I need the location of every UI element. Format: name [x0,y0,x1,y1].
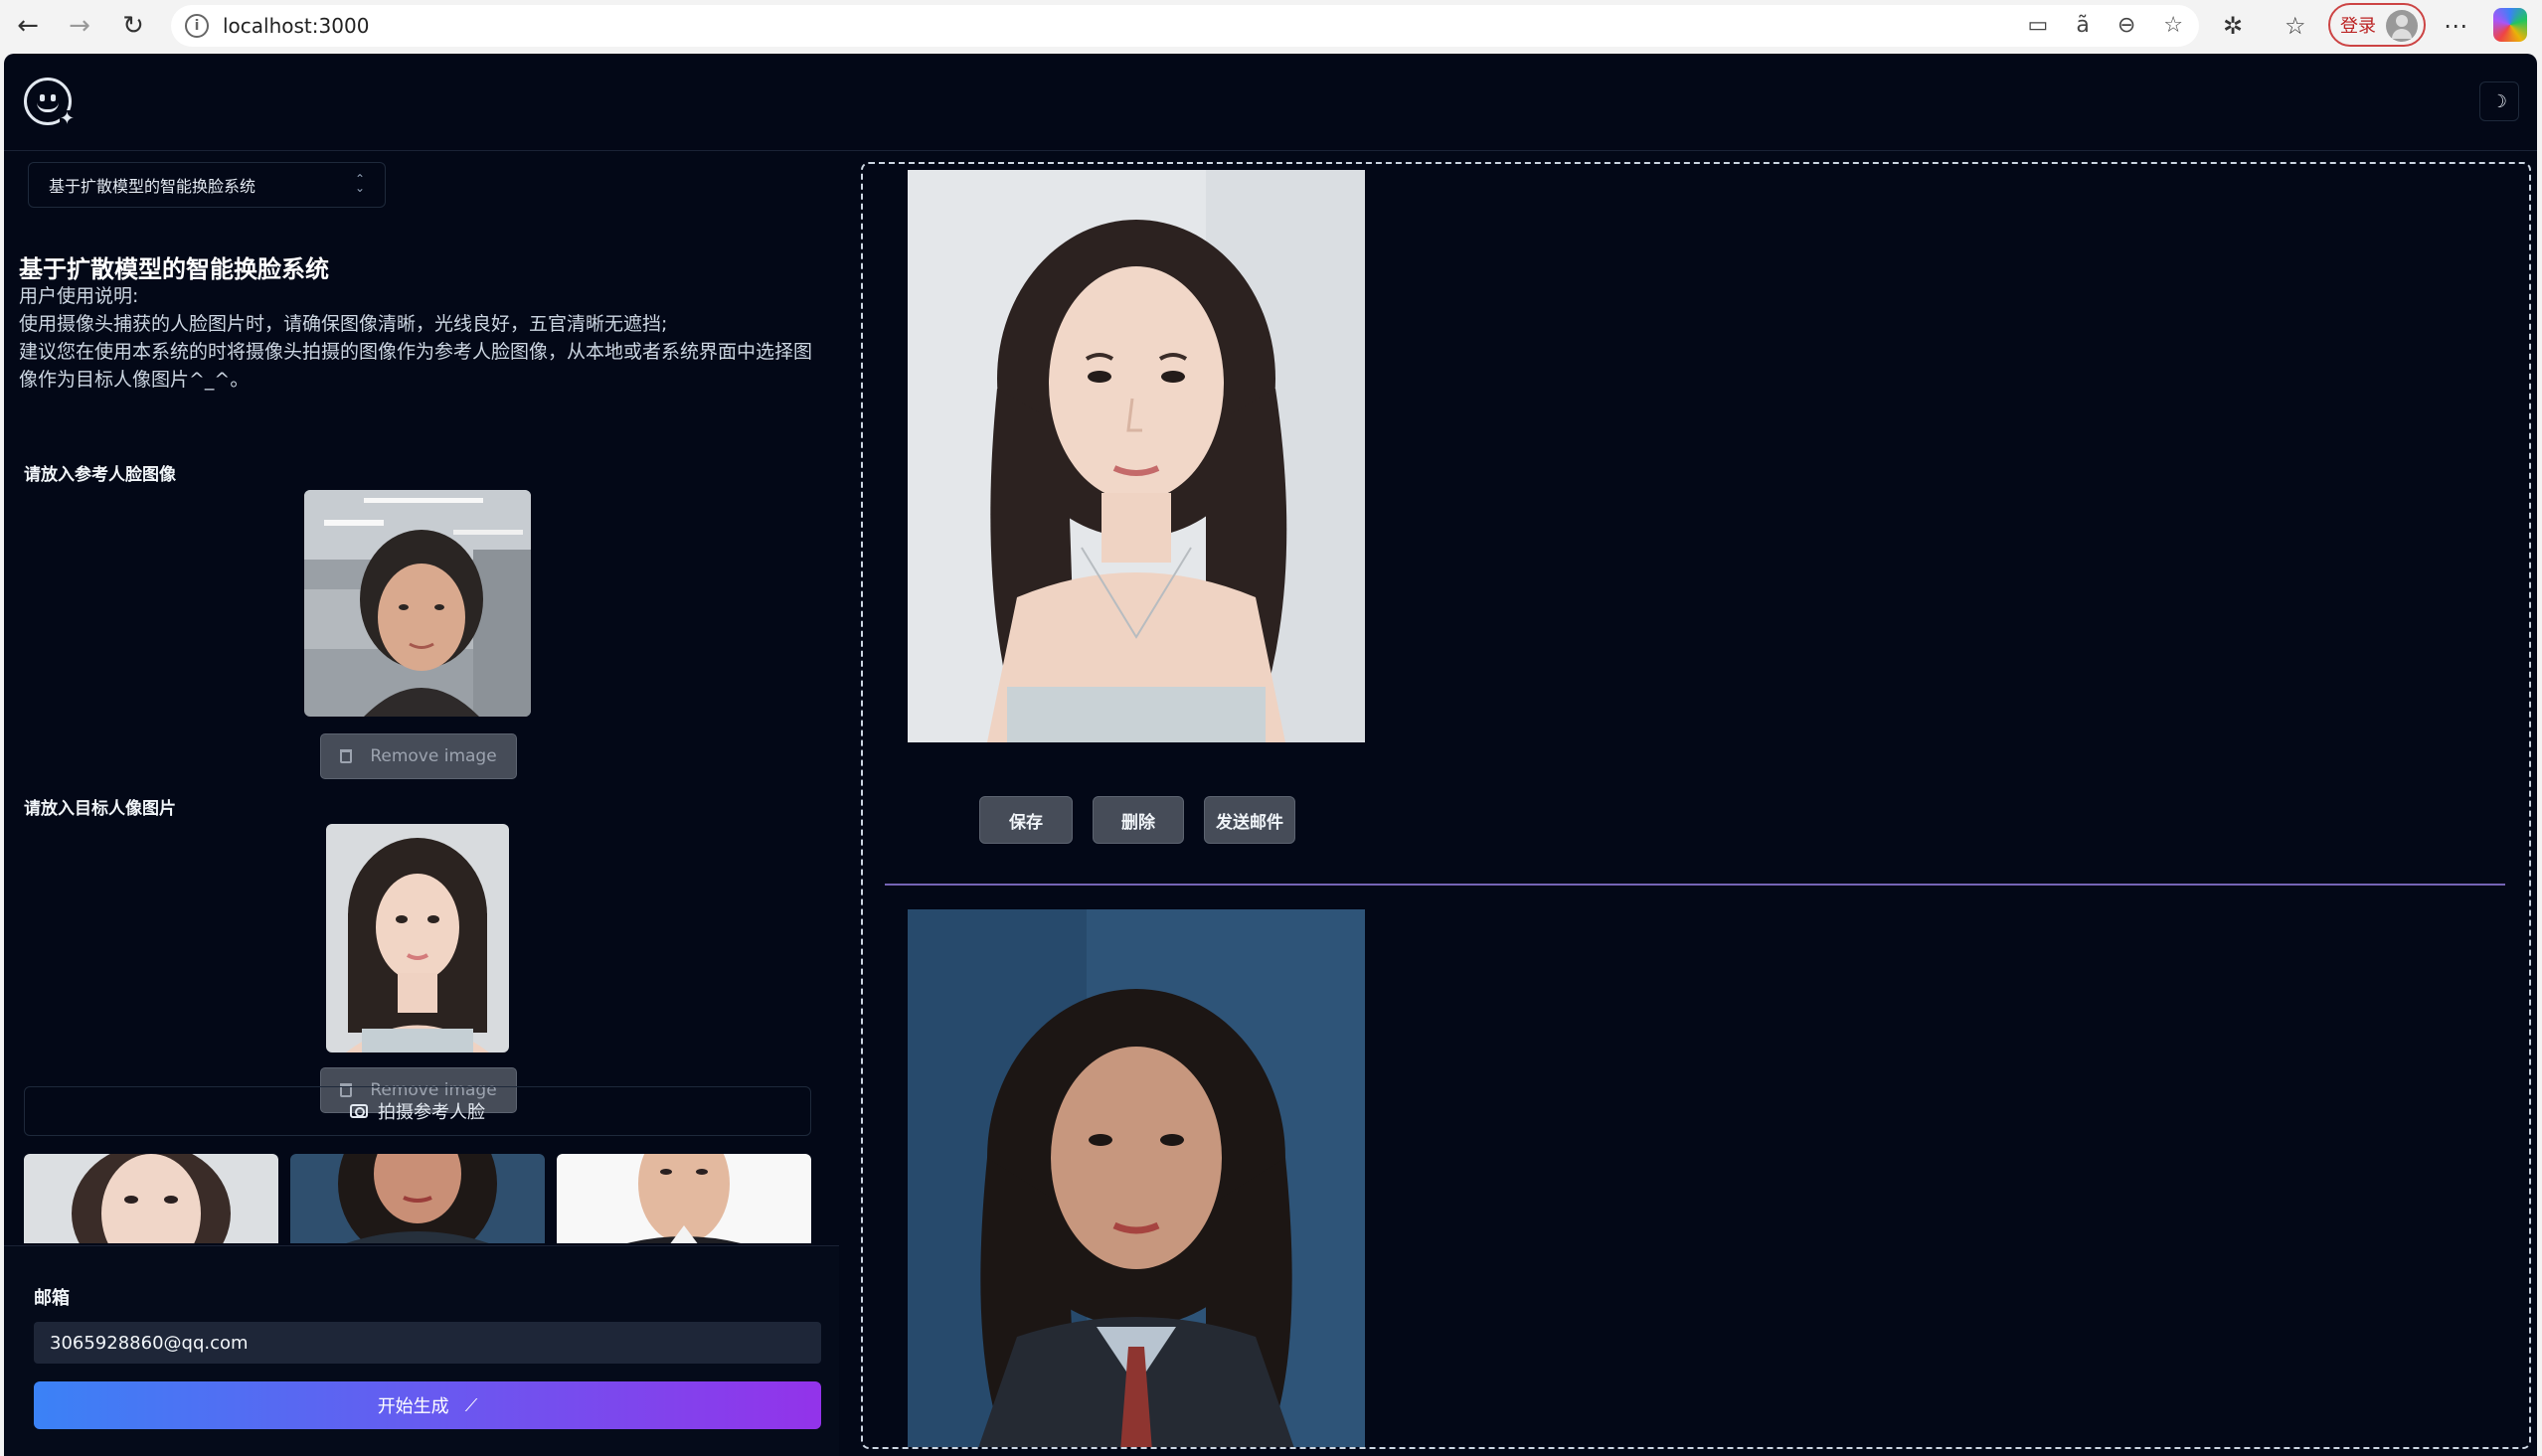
sample-thumbnail[interactable] [557,1154,811,1243]
page-title: 基于扩散模型的智能换脸系统 [19,255,329,283]
forward-icon[interactable]: → [64,10,95,42]
instructions-line-1: 使用摄像头捕获的人脸图片时，请确保图像清晰，光线良好，五官清晰无遮挡; [19,313,668,335]
model-select-value: 基于扩散模型的智能换脸系统 [49,177,256,196]
result-area: 保存 删除 发送邮件 [861,162,2531,1449]
generate-button[interactable]: 开始生成 ⟋ [34,1381,821,1429]
sample-thumbnail[interactable] [290,1154,545,1243]
wand-icon: ⟋ [464,1394,478,1416]
sample-gallery [24,1154,815,1243]
theme-toggle-icon[interactable]: ☽ [2479,81,2519,121]
result-divider [885,884,2505,886]
instructions-line-2: 建议您在使用本系统的时将摄像头拍摄的图像作为参考人脸图像，从本地或者系统界面中选… [19,341,813,391]
sample-thumbnail[interactable] [24,1154,278,1243]
url-text: localhost:3000 [223,14,370,38]
generate-panel: 邮箱 开始生成 ⟋ [4,1245,839,1456]
address-bar[interactable]: i localhost:3000 ▭ ã ⊖ ☆ [171,5,2199,47]
copilot-icon[interactable] [2493,8,2527,42]
app-header: ✦ ☽ [4,54,2537,151]
app-logo-icon[interactable]: ✦ [24,78,75,128]
info-icon[interactable]: i [185,14,209,38]
trash-icon [340,749,353,763]
login-label: 登录 [2340,16,2376,37]
more-icon[interactable]: ⋯ [2444,12,2467,40]
send-email-button[interactable]: 发送邮件 [1204,796,1295,844]
instructions-heading: 用户使用说明: [19,285,139,307]
remove-image-label: Remove image [370,746,497,766]
camera-icon [350,1104,368,1118]
favorite-star-icon[interactable]: ☆ [2163,13,2183,38]
target-portrait-image [326,824,509,1052]
generate-label: 开始生成 [377,1396,449,1417]
zoom-out-icon[interactable]: ⊖ [2118,13,2135,38]
capture-reference-face-button[interactable]: 拍摄参考人脸 [24,1086,811,1136]
model-select[interactable]: 基于扩散模型的智能换脸系统 ⌃ ⌄ [28,162,386,208]
back-icon[interactable]: ← [12,10,44,42]
reference-face-image [304,490,531,717]
result-image[interactable] [908,909,1365,1447]
result-image[interactable] [908,170,1365,742]
login-button[interactable]: 登录 [2328,3,2426,47]
address-bar-icons: ▭ ã ⊖ ☆ [2028,13,2183,38]
delete-button[interactable]: 删除 [1093,796,1184,844]
save-button[interactable]: 保存 [979,796,1073,844]
email-label: 邮箱 [34,1288,70,1309]
browser-toolbar: ← → ↻ i localhost:3000 ▭ ã ⊖ ☆ ✲ ☆ 登录 ⋯ [0,0,2542,52]
avatar [2386,10,2418,42]
video-icon[interactable]: ▭ [2028,13,2049,38]
read-aloud-icon[interactable]: ã [2076,13,2089,38]
refresh-icon[interactable]: ↻ [117,10,149,42]
email-field[interactable] [34,1322,821,1364]
favorites-icon[interactable]: ☆ [2285,12,2306,40]
chevron-updown-icon: ⌃ ⌄ [354,172,365,195]
target-portrait-label: 请放入目标人像图片 [24,799,176,819]
instructions: 用户使用说明: 使用摄像头捕获的人脸图片时，请确保图像清晰，光线良好，五官清晰无… [19,282,814,394]
reference-face-label: 请放入参考人脸图像 [24,465,176,485]
capture-label: 拍摄参考人脸 [378,1102,485,1123]
remove-reference-image-button[interactable]: Remove image [320,733,517,779]
app-window: ✦ ☽ 基于扩散模型的智能换脸系统 ⌃ ⌄ 基于扩散模型的智能换脸系统 用户使用说… [4,54,2537,1456]
extensions-icon[interactable]: ✲ [2223,12,2243,40]
sidebar: 基于扩散模型的智能换脸系统 ⌃ ⌄ 基于扩散模型的智能换脸系统 用户使用说明: 使… [4,152,839,1456]
